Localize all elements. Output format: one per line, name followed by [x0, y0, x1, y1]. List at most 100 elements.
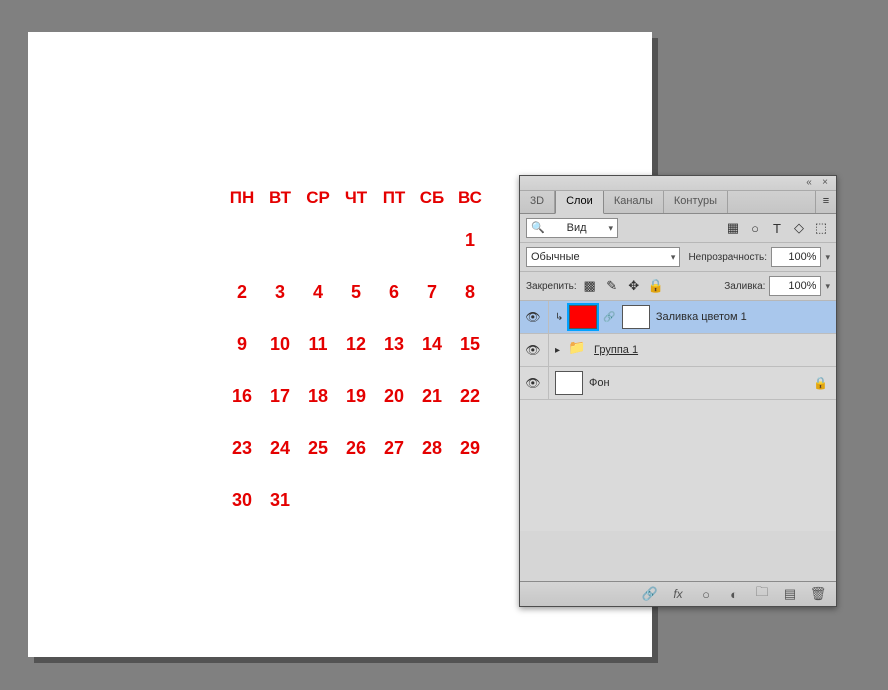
fill-field[interactable]: 100%	[769, 276, 821, 296]
dow: ВТ	[261, 182, 299, 214]
clip-icon: ↳	[555, 312, 563, 323]
dow: ВС	[451, 182, 489, 214]
cal-cell	[223, 214, 261, 266]
cal-cell	[299, 214, 337, 266]
cal-cell: 11	[299, 318, 337, 370]
lock-all-icon[interactable]: 🔒	[647, 277, 665, 295]
layer-thumb[interactable]	[569, 305, 597, 329]
layer-row[interactable]: 👁 ↳ 🔗 Заливка цветом 1	[520, 301, 836, 334]
cal-cell: 5	[337, 266, 375, 318]
layer-thumb[interactable]	[555, 371, 583, 395]
cal-cell	[299, 474, 337, 526]
adjustment-icon[interactable]: ◐	[726, 587, 742, 602]
panel-titlebar[interactable]: « ×	[520, 176, 836, 191]
panel-footer: 🔗 fx ○ ◐ 🗀 ▤ 🗑	[520, 581, 836, 606]
cal-cell	[413, 214, 451, 266]
lock-label: Закрепить:	[526, 281, 577, 292]
cal-cell	[337, 214, 375, 266]
cal-cell: 25	[299, 422, 337, 474]
dow: СБ	[413, 182, 451, 214]
layer-name[interactable]: Фон	[589, 377, 610, 389]
collapse-icon[interactable]: «	[804, 178, 814, 188]
cal-cell: 12	[337, 318, 375, 370]
cal-cell: 21	[413, 370, 451, 422]
delete-layer-icon[interactable]: 🗑	[810, 586, 826, 602]
cal-cell: 20	[375, 370, 413, 422]
cal-cell: 17	[261, 370, 299, 422]
cal-cell: 31	[261, 474, 299, 526]
cal-cell: 29	[451, 422, 489, 474]
layer-row[interactable]: 👁 Фон 🔒	[520, 367, 836, 400]
filter-row: 🔍 Вид ▾ ▦ ○ T ◇ ⬚	[520, 214, 836, 243]
filter-adjust-icon[interactable]: ○	[746, 219, 764, 237]
dow: СР	[299, 182, 337, 214]
chevron-down-icon[interactable]: ▾	[825, 281, 830, 292]
mask-link-icon[interactable]: 🔗	[603, 312, 615, 323]
tab-layers[interactable]: Слои	[555, 191, 604, 214]
new-group-icon[interactable]: 🗀	[754, 583, 770, 605]
cal-cell: 2	[223, 266, 261, 318]
layer-row[interactable]: 👁 ▸ 📁 Группа 1	[520, 334, 836, 367]
cal-cell: 15	[451, 318, 489, 370]
dow: ПН	[223, 182, 261, 214]
dow: ПТ	[375, 182, 413, 214]
cal-cell: 13	[375, 318, 413, 370]
fill-label: Заливка:	[724, 281, 765, 292]
layer-list: 👁 ↳ 🔗 Заливка цветом 1 👁 ▸ 📁 Группа 1 👁 …	[520, 301, 836, 531]
cal-cell	[375, 474, 413, 526]
lock-position-icon[interactable]: ✥	[625, 277, 643, 295]
opacity-field[interactable]: 100%	[771, 247, 821, 267]
tab-paths[interactable]: Контуры	[664, 191, 728, 213]
panel-tabs: 3D Слои Каналы Контуры ≡	[520, 191, 836, 214]
cal-cell: 28	[413, 422, 451, 474]
opacity-label: Непрозрачность:	[688, 252, 767, 263]
blend-row: Обычные ▾ Непрозрачность: 100% ▾	[520, 243, 836, 272]
cal-cell: 4	[299, 266, 337, 318]
filter-smart-icon[interactable]: ⬚	[812, 219, 830, 237]
visibility-icon[interactable]: 👁	[524, 341, 542, 359]
cal-cell: 10	[261, 318, 299, 370]
calendar: ПН ВТ СР ЧТ ПТ СБ ВС 1234567891011121314…	[223, 182, 489, 526]
add-mask-icon[interactable]: ○	[698, 587, 714, 602]
link-layers-icon[interactable]: 🔗	[642, 586, 658, 602]
cal-cell	[337, 474, 375, 526]
blend-mode-value: Обычные	[531, 248, 580, 266]
filter-type-icon[interactable]: T	[768, 219, 786, 237]
chevron-down-icon: ▾	[671, 248, 676, 266]
lock-image-icon[interactable]: ✎	[603, 277, 621, 295]
chevron-down-icon[interactable]: ▾	[825, 252, 830, 263]
search-icon: 🔍	[531, 219, 545, 237]
lock-icon[interactable]: 🔒	[813, 376, 832, 390]
blend-mode-select[interactable]: Обычные ▾	[526, 247, 680, 267]
cal-cell: 8	[451, 266, 489, 318]
cal-cell: 26	[337, 422, 375, 474]
cal-cell: 16	[223, 370, 261, 422]
cal-cell: 18	[299, 370, 337, 422]
layer-name[interactable]: Группа 1	[594, 344, 638, 356]
filter-shape-icon[interactable]: ◇	[790, 219, 808, 237]
new-layer-icon[interactable]: ▤	[782, 586, 798, 602]
visibility-icon[interactable]: 👁	[524, 374, 542, 392]
disclosure-icon[interactable]: ▸	[555, 345, 560, 356]
cal-cell	[413, 474, 451, 526]
close-icon[interactable]: ×	[820, 178, 830, 188]
visibility-icon[interactable]: 👁	[524, 308, 542, 326]
tab-channels[interactable]: Каналы	[604, 191, 664, 213]
cal-cell: 6	[375, 266, 413, 318]
cal-cell: 22	[451, 370, 489, 422]
lock-transparent-icon[interactable]: ▩	[581, 277, 599, 295]
tab-3d[interactable]: 3D	[520, 191, 555, 213]
cal-cell: 1	[451, 214, 489, 266]
cal-cell: 7	[413, 266, 451, 318]
fx-icon[interactable]: fx	[670, 587, 686, 601]
filter-pixel-icon[interactable]: ▦	[724, 219, 742, 237]
layer-name[interactable]: Заливка цветом 1	[656, 311, 747, 323]
panel-menu-icon[interactable]: ≡	[815, 191, 836, 213]
layers-panel: « × 3D Слои Каналы Контуры ≡ 🔍 Вид ▾ ▦ ○…	[519, 175, 837, 607]
chevron-down-icon: ▾	[608, 219, 613, 237]
layer-filter-kind[interactable]: 🔍 Вид ▾	[526, 218, 618, 238]
cal-cell: 14	[413, 318, 451, 370]
cal-cell	[375, 214, 413, 266]
layer-mask-thumb[interactable]	[622, 305, 650, 329]
cal-cell: 30	[223, 474, 261, 526]
